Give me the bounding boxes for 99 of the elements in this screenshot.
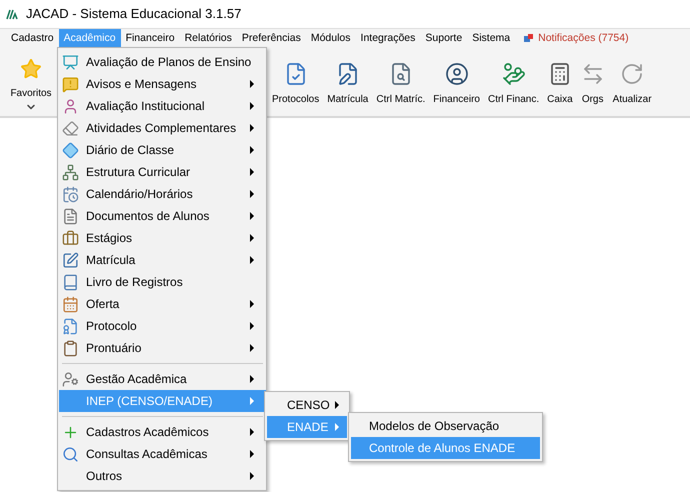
menu-item[interactable]: Estágios bbox=[59, 227, 266, 249]
menu-item[interactable]: CENSO bbox=[267, 394, 347, 416]
menu-item[interactable]: Consultas Acadêmicas bbox=[59, 443, 266, 465]
refresh-icon bbox=[620, 62, 644, 86]
toolbar-button[interactable]: Atualizar bbox=[608, 48, 656, 107]
menu-item-label: Calendário/Horários bbox=[86, 186, 193, 203]
toolbar-button[interactable]: Orgs bbox=[576, 48, 609, 107]
menu-item-label: Atividades Complementares bbox=[86, 120, 236, 137]
menu-bar-item[interactable]: Financeiro bbox=[120, 29, 180, 48]
clipboard-icon bbox=[62, 340, 79, 356]
submenu-arrow-icon bbox=[250, 256, 254, 264]
star-icon bbox=[20, 58, 42, 80]
book-icon bbox=[62, 274, 79, 290]
menu-item[interactable]: Oferta bbox=[59, 293, 266, 315]
menu-item-label: Estágios bbox=[86, 230, 132, 247]
submenu-arrow-icon bbox=[250, 80, 254, 88]
menu-item-label: Documentos de Alunos bbox=[86, 208, 210, 225]
diamond-icon bbox=[62, 142, 79, 158]
menu-item-label: CENSO bbox=[287, 397, 330, 414]
submenu-arrow-icon bbox=[250, 472, 254, 480]
menu-item-label: Estrutura Curricular bbox=[86, 164, 190, 181]
menu-item[interactable]: Avisos e Mensagens bbox=[59, 73, 266, 95]
menu-item-label: Diário de Classe bbox=[86, 142, 174, 159]
menu-item[interactable]: Calendário/Horários bbox=[59, 183, 266, 205]
menu-bar-item[interactable]: Sistema bbox=[467, 29, 516, 48]
toolbar-button[interactable]: Caixa bbox=[543, 48, 577, 107]
menu-item-label: ENADE bbox=[287, 419, 328, 436]
menu-bar-item[interactable]: Relatórios bbox=[180, 29, 237, 48]
menu-item-label: Matrícula bbox=[86, 252, 136, 269]
toolbar-button[interactable]: Protocolos bbox=[268, 48, 324, 107]
menu-item-label: Avaliação de Planos de Ensino bbox=[86, 54, 252, 71]
toolbar-button[interactable]: Favoritos bbox=[6, 48, 56, 113]
menu-item[interactable]: Estrutura Curricular bbox=[59, 161, 266, 183]
menu-bar-item[interactable]: Preferências bbox=[236, 29, 306, 48]
menu-item-label: Prontuário bbox=[86, 340, 142, 357]
briefcase-icon bbox=[62, 230, 79, 246]
menu-item[interactable]: Prontuário bbox=[59, 337, 266, 359]
pen-icon bbox=[62, 252, 79, 268]
submenu-arrow-icon bbox=[250, 375, 254, 383]
submenu-arrow-icon bbox=[335, 401, 339, 409]
alert-icon bbox=[62, 76, 79, 92]
submenu-arrow-icon bbox=[250, 300, 254, 308]
menu-item-label: Livro de Registros bbox=[86, 274, 183, 291]
notification-icon bbox=[523, 33, 534, 44]
menu-item-label: Protocolo bbox=[86, 318, 137, 335]
tree-icon bbox=[62, 164, 79, 180]
toolbar-button[interactable]: Matrícula bbox=[323, 48, 372, 107]
menu-item-label: Outros bbox=[86, 468, 122, 485]
menu-item[interactable]: Outros bbox=[59, 465, 266, 487]
submenu-arrow-icon bbox=[335, 423, 339, 431]
document-icon bbox=[62, 318, 79, 334]
notifications-link[interactable]: Notificações (7754) bbox=[538, 30, 629, 46]
menu-item-label: Consultas Acadêmicas bbox=[86, 446, 208, 463]
submenu-arrow-icon bbox=[250, 212, 254, 220]
document-icon bbox=[62, 208, 79, 224]
menu-item[interactable]: Modelos de Observação bbox=[351, 415, 540, 437]
menu-item-label: Avaliação Institucional bbox=[86, 98, 205, 115]
submenu-arrow-icon bbox=[250, 322, 254, 330]
person-icon bbox=[62, 98, 79, 114]
menu-bar-item[interactable]: Módulos bbox=[306, 29, 356, 48]
hand-coin-icon bbox=[502, 62, 526, 86]
menu-item-label: Gestão Acadêmica bbox=[86, 371, 187, 388]
menu-item[interactable]: Atividades Complementares bbox=[59, 117, 266, 139]
submenu-arrow-icon bbox=[250, 190, 254, 198]
menu-item[interactable]: Protocolo bbox=[59, 315, 266, 337]
submenu-arrow-icon bbox=[250, 146, 254, 154]
toolbar-button[interactable]: Financeiro bbox=[429, 48, 484, 107]
submenu-arrow-icon bbox=[250, 450, 254, 458]
submenu-arrow-icon bbox=[250, 428, 254, 436]
menu-item[interactable]: Documentos de Alunos bbox=[59, 205, 266, 227]
menu-item[interactable]: Avaliação de Planos de Ensino bbox=[59, 51, 266, 73]
app-logo-icon bbox=[6, 8, 18, 20]
menu-item[interactable]: Avaliação Institucional bbox=[59, 95, 266, 117]
menu-item[interactable]: Gestão Acadêmica bbox=[59, 368, 266, 390]
menu-item[interactable]: Livro de Registros bbox=[59, 271, 266, 293]
menu-item[interactable]: Matrícula bbox=[59, 249, 266, 271]
menu-bar-item[interactable]: Suporte bbox=[420, 29, 468, 48]
menu-item-label: Cadastros Acadêmicos bbox=[86, 424, 209, 441]
menu-item-label: Avisos e Mensagens bbox=[86, 76, 197, 93]
submenu-arrow-icon bbox=[250, 102, 254, 110]
menu-bar-item[interactable]: Integrações bbox=[356, 29, 420, 48]
submenu-arrow-icon bbox=[250, 124, 254, 132]
menu-item-label: Oferta bbox=[86, 296, 120, 313]
menu-item-label: INEP (CENSO/ENADE) bbox=[86, 393, 212, 410]
menu-item[interactable]: Diário de Classe bbox=[59, 139, 266, 161]
toolbar-button[interactable]: Ctrl Matríc. bbox=[372, 48, 430, 107]
search-icon bbox=[62, 446, 79, 462]
submenu-arrow-icon bbox=[250, 234, 254, 242]
calendar-clock-icon bbox=[62, 186, 79, 202]
toolbar-button[interactable]: Ctrl Financ. bbox=[484, 48, 544, 107]
window-title: JACAD - Sistema Educacional 3.1.57 bbox=[26, 5, 242, 24]
presentation-icon bbox=[62, 54, 79, 70]
menu-item[interactable]: Cadastros Acadêmicos bbox=[59, 421, 266, 443]
calendar-icon bbox=[62, 296, 79, 312]
menu-bar-item[interactable]: Cadastro bbox=[6, 29, 59, 48]
submenu-arrow-icon bbox=[250, 397, 254, 405]
submenu-arrow-icon bbox=[250, 168, 254, 176]
eraser-icon bbox=[62, 120, 79, 136]
submenu-arrow-icon bbox=[250, 344, 254, 352]
